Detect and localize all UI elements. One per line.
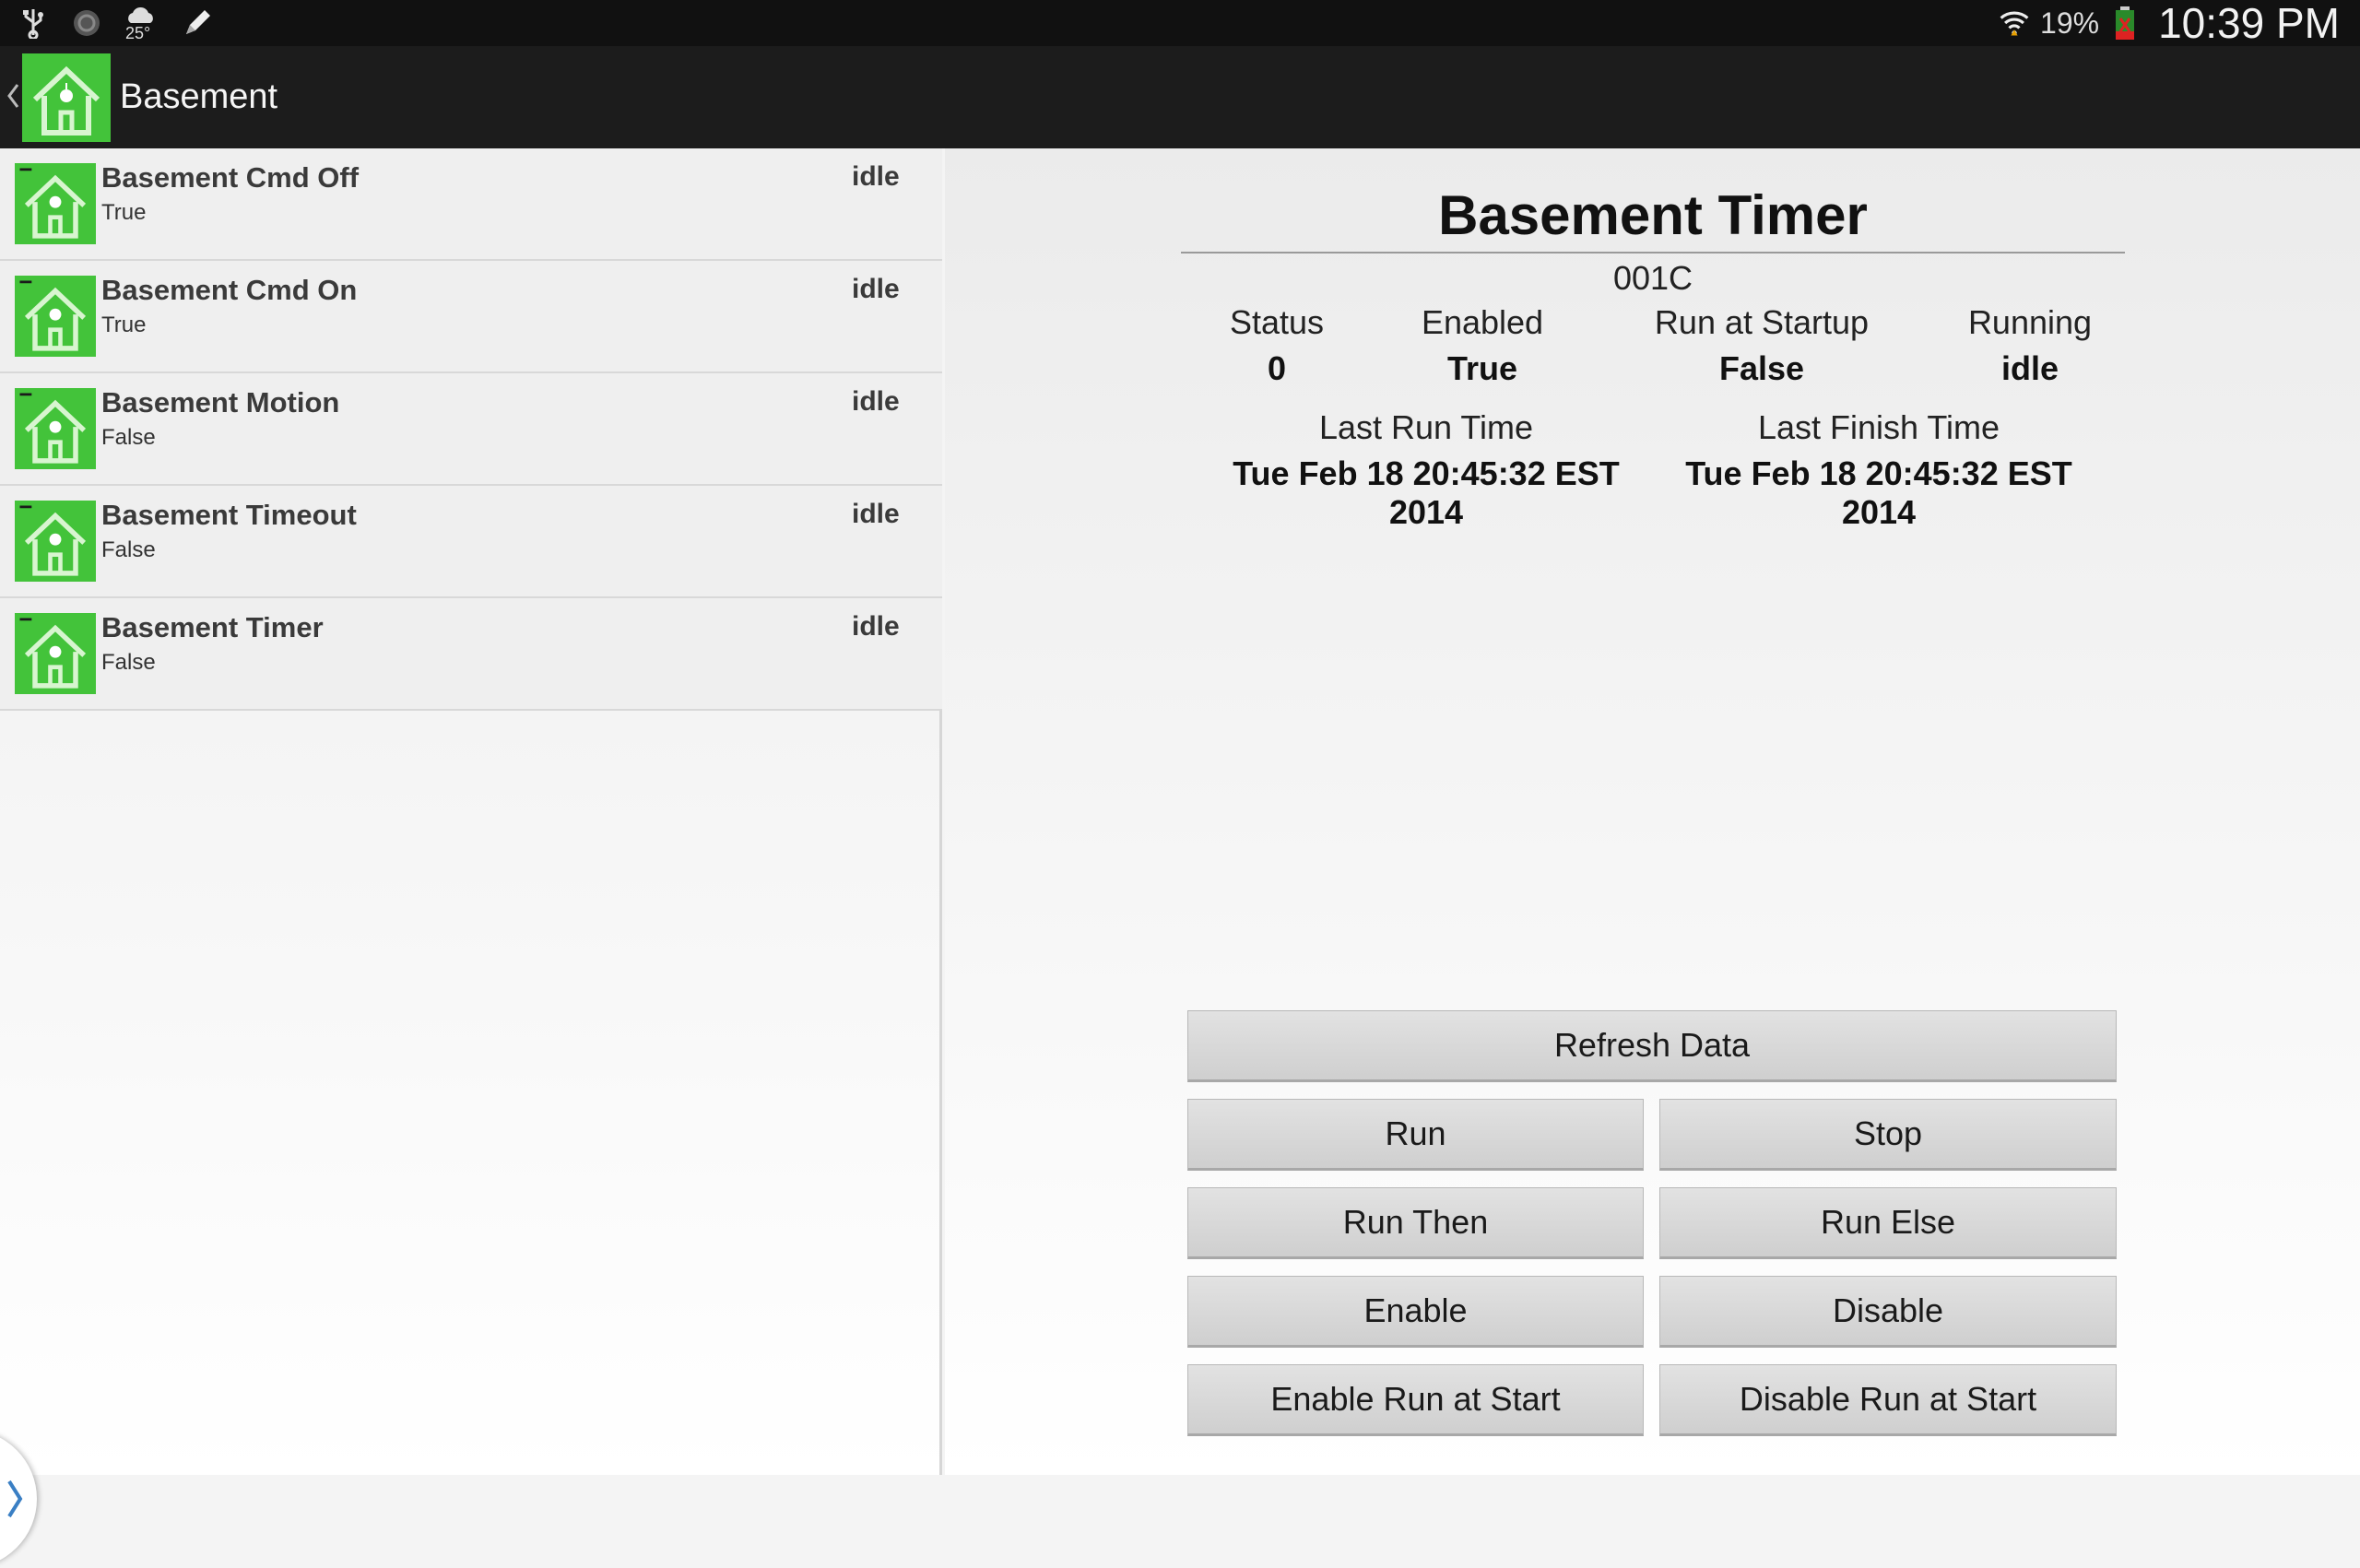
- list-item-state: idle: [852, 274, 900, 304]
- home-icon: [15, 388, 96, 469]
- disable-run-at-start-button[interactable]: Disable Run at Start: [1659, 1364, 2117, 1436]
- last-run-label: Last Run Time: [1318, 408, 1534, 446]
- list-item[interactable]: Basement Cmd On True idle: [0, 261, 942, 373]
- home-icon: [15, 276, 96, 357]
- status-label: Status: [1229, 303, 1325, 341]
- home-icon: [15, 163, 96, 244]
- home-icon: [15, 501, 96, 582]
- status-value: 0: [1267, 349, 1287, 387]
- list-item-value: False: [101, 425, 156, 450]
- last-finish-label: Last Finish Time: [1757, 408, 2000, 446]
- last-finish-value-line1: Tue Feb 18 20:45:32 EST: [1685, 454, 2072, 492]
- last-run-value-line1: Tue Feb 18 20:45:32 EST: [1233, 454, 1620, 492]
- list-item-name: Basement Timer: [101, 611, 324, 643]
- running-value: idle: [2000, 349, 2059, 387]
- refresh-data-button[interactable]: Refresh Data: [1187, 1010, 2117, 1082]
- status-stat: Status 0: [1157, 303, 1397, 388]
- running-label: Running: [1967, 303, 2093, 341]
- run-button[interactable]: Run: [1187, 1099, 1644, 1171]
- list-item-value: True: [101, 200, 147, 225]
- usb-icon: [17, 6, 50, 40]
- run-at-startup-value: False: [1718, 349, 1805, 387]
- clock: 10:39 PM: [2158, 0, 2340, 47]
- run-at-startup-label: Run at Startup: [1654, 303, 1870, 341]
- program-list: Basement Cmd Off True idle Basement Cmd …: [0, 148, 942, 1568]
- status-bar: 25° 19% 10:39 PM: [0, 0, 2360, 47]
- enabled-stat: Enabled True: [1363, 303, 1602, 388]
- last-run-value-line2: 2014: [1388, 493, 1464, 531]
- disable-button[interactable]: Disable: [1659, 1276, 2117, 1348]
- list-item-state: idle: [852, 611, 900, 642]
- battery-icon: [2108, 6, 2142, 40]
- list-item[interactable]: Basement Cmd Off True idle: [0, 148, 942, 261]
- list-item[interactable]: Basement Motion False idle: [0, 373, 942, 486]
- run-then-button[interactable]: Run Then: [1187, 1187, 1644, 1259]
- list-item-value: False: [101, 650, 156, 675]
- last-run-time: Last Run Time Tue Feb 18 20:45:32 EST 20…: [1223, 408, 1629, 532]
- list-item-name: Basement Cmd On: [101, 274, 358, 306]
- drawer-toggle-button[interactable]: [0, 1430, 37, 1568]
- page-title: Basement: [120, 77, 278, 116]
- list-item-name: Basement Motion: [101, 386, 340, 419]
- temperature-label: 25°: [125, 24, 151, 42]
- last-finish-value: Tue Feb 18 20:45:32 EST 2014: [1676, 454, 2082, 532]
- run-else-button[interactable]: Run Else: [1659, 1187, 2117, 1259]
- battery-percent: 19%: [2040, 6, 2100, 40]
- home-icon: [15, 613, 96, 694]
- wifi-icon: [1998, 6, 2031, 40]
- list-item-name: Basement Cmd Off: [101, 161, 360, 194]
- edit-icon: [181, 6, 214, 40]
- list-item[interactable]: Basement Timer False idle: [0, 598, 942, 711]
- detail-title: Basement Timer: [1438, 184, 1868, 246]
- list-item-value: False: [101, 537, 156, 562]
- weather-icon: 25°: [124, 5, 160, 42]
- list-item-state: idle: [852, 161, 900, 192]
- last-finish-time: Last Finish Time Tue Feb 18 20:45:32 EST…: [1676, 408, 2082, 532]
- stop-button[interactable]: Stop: [1659, 1099, 2117, 1171]
- chevron-right-icon: [7, 1480, 23, 1518]
- list-item-state: idle: [852, 499, 900, 529]
- run-at-startup-stat: Run at Startup False: [1623, 303, 1900, 388]
- list-item-value: True: [101, 312, 147, 337]
- enabled-value: True: [1446, 349, 1518, 387]
- list-item-state: idle: [852, 386, 900, 417]
- enabled-label: Enabled: [1421, 303, 1544, 341]
- back-chevron-icon[interactable]: [6, 79, 20, 112]
- sync-icon: [70, 6, 103, 40]
- program-id: 001C: [1612, 259, 1693, 297]
- enable-button[interactable]: Enable: [1187, 1276, 1644, 1348]
- detail-panel: Basement Timer 001C Status 0 Enabled Tru…: [945, 148, 2360, 1475]
- action-bar: Basement: [0, 46, 2360, 148]
- last-run-value: Tue Feb 18 20:45:32 EST 2014: [1223, 454, 1629, 532]
- app-home-logo-icon[interactable]: [22, 53, 111, 142]
- running-stat: Running idle: [1910, 303, 2150, 388]
- list-item-name: Basement Timeout: [101, 499, 357, 531]
- list-item[interactable]: Basement Timeout False idle: [0, 486, 942, 598]
- title-divider: [1181, 252, 2125, 253]
- last-finish-value-line2: 2014: [1841, 493, 1917, 531]
- enable-run-at-start-button[interactable]: Enable Run at Start: [1187, 1364, 1644, 1436]
